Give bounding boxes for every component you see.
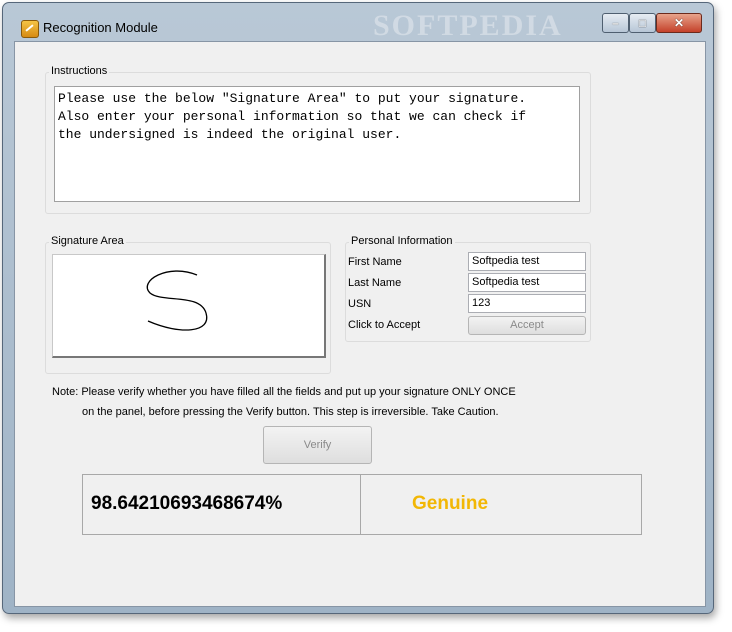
note-line-2: on the panel, before pressing the Verify… (82, 406, 499, 418)
match-score: 98.64210693468674% (83, 475, 361, 534)
first-name-label: First Name (348, 256, 402, 268)
maximize-icon: □ (638, 16, 647, 30)
usn-field[interactable]: 123 (468, 294, 586, 313)
verify-button[interactable]: Verify (263, 426, 372, 464)
minimize-icon: – (612, 16, 619, 30)
signature-area-label: Signature Area (49, 235, 126, 247)
window-title: Recognition Module (43, 20, 158, 35)
app-icon (21, 20, 39, 38)
click-to-accept-label: Click to Accept (348, 319, 421, 331)
instructions-textbox[interactable]: Please use the below "Signature Area" to… (54, 86, 580, 202)
signature-canvas[interactable] (52, 254, 326, 358)
minimize-button[interactable]: – (602, 13, 629, 33)
result-panel: 98.64210693468674% Genuine (82, 474, 642, 535)
signature-stroke (146, 270, 208, 331)
accept-button[interactable]: Accept (468, 316, 586, 335)
last-name-label: Last Name (348, 277, 402, 289)
instructions-label: Instructions (49, 65, 110, 77)
last-name-field[interactable]: Softpedia test (468, 273, 586, 292)
watermark: SOFTPEDIA (373, 9, 563, 42)
close-icon: ✕ (673, 16, 685, 30)
usn-label: USN (348, 298, 372, 310)
first-name-field[interactable]: Softpedia test (468, 252, 586, 271)
app-window: Recognition Module SOFTPEDIA – □ ✕ Instr… (2, 2, 714, 614)
personal-info-label: Personal Information (349, 235, 455, 247)
close-button[interactable]: ✕ (656, 13, 702, 33)
client-area: Instructions Please use the below "Signa… (14, 41, 706, 607)
note-line-1: Note: Please verify whether you have fil… (52, 386, 516, 398)
title-bar[interactable]: Recognition Module SOFTPEDIA – □ ✕ (3, 3, 713, 45)
maximize-button[interactable]: □ (629, 13, 656, 33)
verdict-text: Genuine (412, 493, 489, 514)
